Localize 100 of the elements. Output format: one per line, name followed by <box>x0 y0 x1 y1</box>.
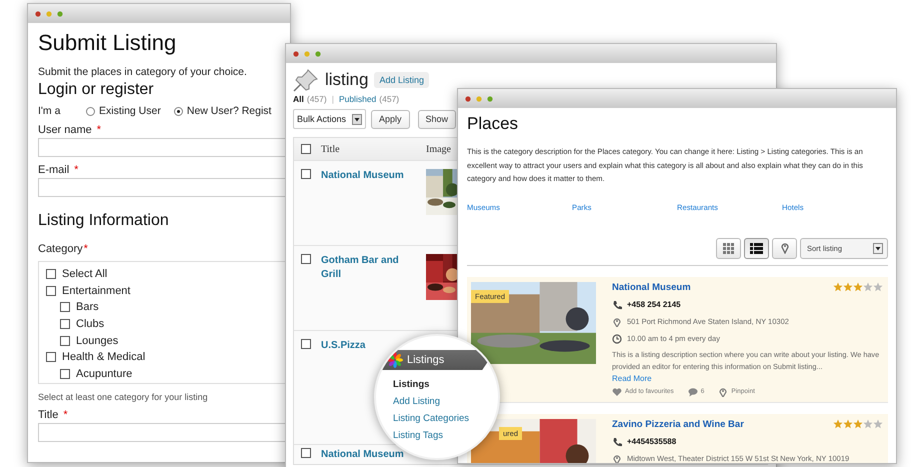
listing-title-link[interactable]: National Museum <box>321 448 404 462</box>
star-icon <box>833 282 843 292</box>
page-title: Submit Listing <box>38 30 178 56</box>
checkbox-label[interactable]: Health & Medical <box>62 351 146 364</box>
window-dot-icon <box>304 50 310 56</box>
window-dot-icon <box>315 50 321 56</box>
clock-icon <box>612 334 622 344</box>
menu-item[interactable]: Listing Tags <box>393 427 443 444</box>
view-toggle-button[interactable] <box>716 238 741 258</box>
filter-link[interactable]: Published <box>338 94 376 104</box>
listing-title-link[interactable]: National Museum <box>612 282 691 292</box>
checkbox[interactable] <box>46 269 56 280</box>
checkbox[interactable] <box>60 302 70 312</box>
star-icon <box>843 282 853 292</box>
menu-item[interactable]: Add Listing <box>393 393 440 410</box>
page-title: listing <box>325 70 368 90</box>
phone-number: +4454535588 <box>627 437 676 446</box>
field-label: User name <box>38 124 92 136</box>
radio-button[interactable] <box>86 106 95 116</box>
show-button[interactable]: Show <box>418 110 456 128</box>
filter-count: (457) <box>306 94 327 104</box>
starburst-icon <box>387 352 403 368</box>
radio-label[interactable]: Existing User <box>99 105 161 117</box>
caret-icon <box>352 114 362 124</box>
bulk-actions-select[interactable]: Bulk Actions <box>293 109 366 129</box>
checkbox-label[interactable]: Clubs <box>76 318 104 330</box>
view-toggle-button[interactable] <box>772 238 797 258</box>
column-header: Image <box>426 144 451 154</box>
checkbox[interactable] <box>301 144 311 154</box>
menu-item[interactable]: Listing Categories <box>393 410 470 427</box>
star-icon <box>853 419 863 429</box>
field-label: Category <box>38 243 83 255</box>
window-dot-icon <box>476 96 482 102</box>
radio-button[interactable] <box>174 106 183 116</box>
star-icon <box>863 282 873 292</box>
radio-label[interactable]: New User? Regist <box>186 105 272 117</box>
filter-link[interactable]: All <box>293 94 304 104</box>
map-pin-icon <box>718 386 728 396</box>
menu-heading: Listings <box>407 354 444 366</box>
grid-icon <box>723 242 734 254</box>
window-dot-icon <box>293 50 299 56</box>
required-mark: * <box>74 164 78 176</box>
phone-number: +458 254 2145 <box>627 300 681 309</box>
heart-icon <box>612 386 622 396</box>
checkbox-label[interactable]: Acupunture <box>76 368 132 380</box>
window-dot-icon <box>46 10 52 16</box>
add-listing-button[interactable]: Add Listing <box>374 72 429 88</box>
window-dot-icon <box>35 10 41 16</box>
phone-icon <box>612 436 622 446</box>
star-icon <box>873 282 883 292</box>
map-pin-icon <box>612 316 622 326</box>
checkbox-label[interactable]: Lounges <box>76 334 118 347</box>
read-more-link[interactable]: Read More <box>612 374 883 382</box>
required-mark: * <box>63 409 68 421</box>
page-title: Places <box>467 114 520 134</box>
star-icon <box>843 419 853 429</box>
apply-button[interactable]: Apply <box>371 110 410 128</box>
page-description: Submit the places in category of your choice. <box>38 66 248 78</box>
checkbox[interactable] <box>301 169 311 179</box>
checkbox[interactable] <box>301 254 311 264</box>
star-icon <box>863 419 873 429</box>
required-mark: * <box>84 243 88 255</box>
window-dot-icon <box>465 96 471 102</box>
checkbox[interactable] <box>301 448 311 458</box>
star-icon <box>833 419 843 429</box>
menu-item[interactable]: Listings <box>393 376 430 393</box>
section-heading: Login or register <box>38 81 155 99</box>
checkbox[interactable] <box>46 352 56 362</box>
phone-icon <box>612 300 622 310</box>
hint-text: Select at least one category for your listing <box>38 392 209 402</box>
checkbox-label[interactable]: Entertainment <box>62 284 130 297</box>
checkbox[interactable] <box>301 339 311 349</box>
view-toggle-button[interactable] <box>744 238 769 258</box>
listing-title-link[interactable]: Gotham Bar and Grill <box>321 254 416 281</box>
speech-bubble-icon <box>688 386 698 396</box>
listing-title-link[interactable]: U.S.Pizza <box>321 339 366 352</box>
star-icon <box>873 419 883 429</box>
listing-title-link[interactable]: National Museum <box>321 169 404 182</box>
column-header: Title <box>321 144 341 154</box>
caret-icon <box>873 242 883 254</box>
required-mark: * <box>96 124 102 136</box>
field-label: E-mail <box>38 164 70 176</box>
checkbox[interactable] <box>60 336 70 346</box>
checkbox[interactable] <box>60 368 70 379</box>
pushpin-icon <box>293 68 319 92</box>
window-dot-icon <box>487 96 493 102</box>
field-label: Title <box>38 409 58 421</box>
star-icon <box>853 282 863 292</box>
listing-title-link[interactable]: Zavino Pizzeria and Wine Bar <box>612 418 744 430</box>
section-heading: Listing Information <box>38 212 170 230</box>
map-pin-icon <box>780 242 788 254</box>
checkbox[interactable] <box>60 319 70 330</box>
separator: | <box>330 94 335 104</box>
checkbox-label[interactable]: Select All <box>62 268 108 280</box>
window-dot-icon <box>57 10 63 16</box>
filter-count: (457) <box>379 94 400 104</box>
checkbox[interactable] <box>46 286 56 296</box>
map-pin-icon <box>612 454 622 463</box>
checkbox-label[interactable]: Bars <box>76 301 99 314</box>
list-icon <box>750 242 763 254</box>
